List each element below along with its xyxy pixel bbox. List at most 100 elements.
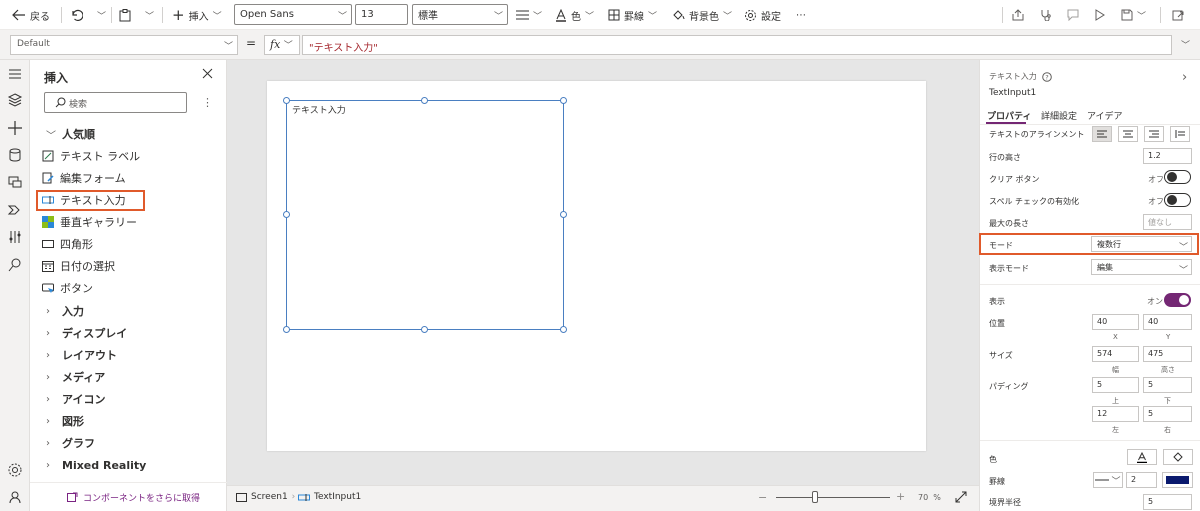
zoom-out-button[interactable]: − [758,491,767,504]
spellcheck-toggle[interactable] [1164,193,1191,207]
resize-handle[interactable] [560,326,567,333]
clear-button-toggle[interactable] [1164,170,1191,184]
fill-button[interactable]: 背景色 ﹀ [672,0,732,30]
font-weight-select[interactable]: 標準 ﹀ [412,4,508,25]
group-icons[interactable]: › アイコン [46,389,105,409]
insert-item-gallery[interactable]: 垂直ギャラリー [42,212,137,232]
fx-button[interactable]: fx ﹀ [264,35,300,55]
preview-button[interactable] [1095,0,1105,30]
border-width-input[interactable]: 2 [1126,472,1157,488]
insert-item-rectangle[interactable]: 四角形 [42,234,93,254]
padding-bottom-input[interactable]: 5 [1143,377,1192,393]
undo-button[interactable]: ﹀ [70,0,106,30]
search-icon[interactable] [7,257,23,273]
undo-chevron-icon[interactable]: ﹀ [97,9,106,22]
group-mixed-reality[interactable]: › Mixed Reality [46,455,146,475]
chevron-down-icon[interactable]: ﹀ [1137,9,1146,22]
border-button[interactable]: 罫線 ﹀ [608,0,657,30]
resize-handle[interactable] [283,326,290,333]
tree-view-icon[interactable] [7,92,23,108]
text-input-control[interactable] [286,100,564,330]
position-x-input[interactable]: 40 [1092,314,1139,330]
insert-item-button[interactable]: ボタン [42,278,93,298]
media-icon[interactable] [7,174,23,190]
border-color-picker[interactable] [1162,472,1193,488]
height-input[interactable]: 475 [1143,346,1192,362]
radius-input[interactable]: 5 [1143,494,1192,510]
text-align-button[interactable]: ﹀ [516,0,542,30]
position-y-input[interactable]: 40 [1143,314,1192,330]
font-color-button[interactable]: 色 ﹀ [555,0,594,30]
font-size-input[interactable]: 13 [355,4,408,25]
zoom-in-button[interactable]: + [896,490,905,503]
font-color-picker[interactable] [1127,449,1157,465]
align-center-button[interactable] [1118,126,1138,142]
back-button[interactable]: 戻る [12,0,50,30]
group-shapes[interactable]: › 図形 [46,411,84,431]
display-mode-select[interactable]: 編集 ﹀ [1091,259,1192,276]
breadcrumb-screen[interactable]: Screen1 › [236,492,295,502]
publish-button[interactable] [1172,0,1184,30]
insert-item-edit-form[interactable]: 編集フォーム [42,168,126,188]
group-display[interactable]: › ディスプレイ [46,323,127,343]
max-length-input[interactable]: 値なし [1143,214,1192,230]
virtual-agent-icon[interactable] [7,489,23,505]
insert-plus-icon[interactable] [7,120,23,136]
zoom-slider[interactable] [776,497,890,498]
settings-button[interactable]: 設定 [744,0,781,30]
resize-handle[interactable] [283,211,290,218]
get-more-components-link[interactable]: コンポーネントをさらに取得 [67,491,200,504]
power-automate-icon[interactable] [7,202,23,218]
data-icon[interactable] [7,147,23,163]
max-length-label: 最大の長さ [989,219,1029,228]
group-media[interactable]: › メディア [46,367,105,387]
share-button[interactable] [1012,0,1024,30]
group-charts[interactable]: › グラフ [46,433,95,453]
expand-formula-icon[interactable]: ﹀ [1181,38,1190,51]
chevron-right-icon[interactable]: › [1182,70,1187,85]
close-icon[interactable] [202,68,213,79]
line-height-input[interactable]: 1.2 [1143,148,1192,164]
align-justify-button[interactable] [1170,126,1190,142]
variables-icon[interactable] [7,229,23,245]
gear-icon[interactable] [7,462,23,478]
menu-icon[interactable] [7,66,23,82]
resize-handle[interactable] [421,326,428,333]
save-button[interactable]: ﹀ [1121,0,1146,30]
paste-chevron-icon[interactable]: ﹀ [145,9,154,22]
resize-handle[interactable] [421,97,428,104]
paste-button[interactable]: ﹀ [119,0,154,30]
resize-handle[interactable] [560,97,567,104]
width-input[interactable]: 574 [1092,346,1139,362]
more-button[interactable]: ⋯ [796,0,806,30]
fit-to-window-icon[interactable] [955,491,967,503]
resize-handle[interactable] [283,97,290,104]
more-options-icon[interactable]: ⋮ [202,96,213,109]
fill-color-picker[interactable] [1163,449,1193,465]
insert-button[interactable]: + 挿入 ﹀ [172,0,222,30]
insert-item-date-picker[interactable]: 日付の選択 [42,256,115,276]
breadcrumb-control[interactable]: TextInput1 [298,492,361,502]
padding-left-input[interactable]: 12 [1092,406,1139,422]
zoom-slider-thumb[interactable] [811,491,818,503]
insert-item-label[interactable]: テキスト ラベル [42,146,140,166]
align-right-button[interactable] [1144,126,1164,142]
padding-top-input[interactable]: 5 [1092,377,1139,393]
border-style-select[interactable]: ﹀ [1093,472,1123,488]
help-icon[interactable]: ? [1041,71,1052,82]
tab-advanced[interactable]: 詳細設定 [1041,109,1077,122]
property-select[interactable]: Default ﹀ [10,35,238,55]
padding-right-input[interactable]: 5 [1143,406,1192,422]
popular-group[interactable]: ﹀ 人気順 [46,124,95,144]
app-checker-button[interactable] [1040,0,1052,30]
comments-button[interactable] [1067,0,1079,30]
resize-handle[interactable] [560,211,567,218]
formula-input[interactable]: "テキスト入力" [302,35,1172,55]
tab-ideas[interactable]: アイデア [1087,109,1123,122]
tab-properties[interactable]: プロパティ [987,109,1031,122]
group-input[interactable]: › 入力 [46,301,84,321]
align-left-button[interactable] [1092,126,1112,142]
visible-toggle[interactable] [1164,293,1191,307]
group-layout[interactable]: › レイアウト [46,345,117,365]
font-family-select[interactable]: Open Sans ﹀ [234,4,352,25]
